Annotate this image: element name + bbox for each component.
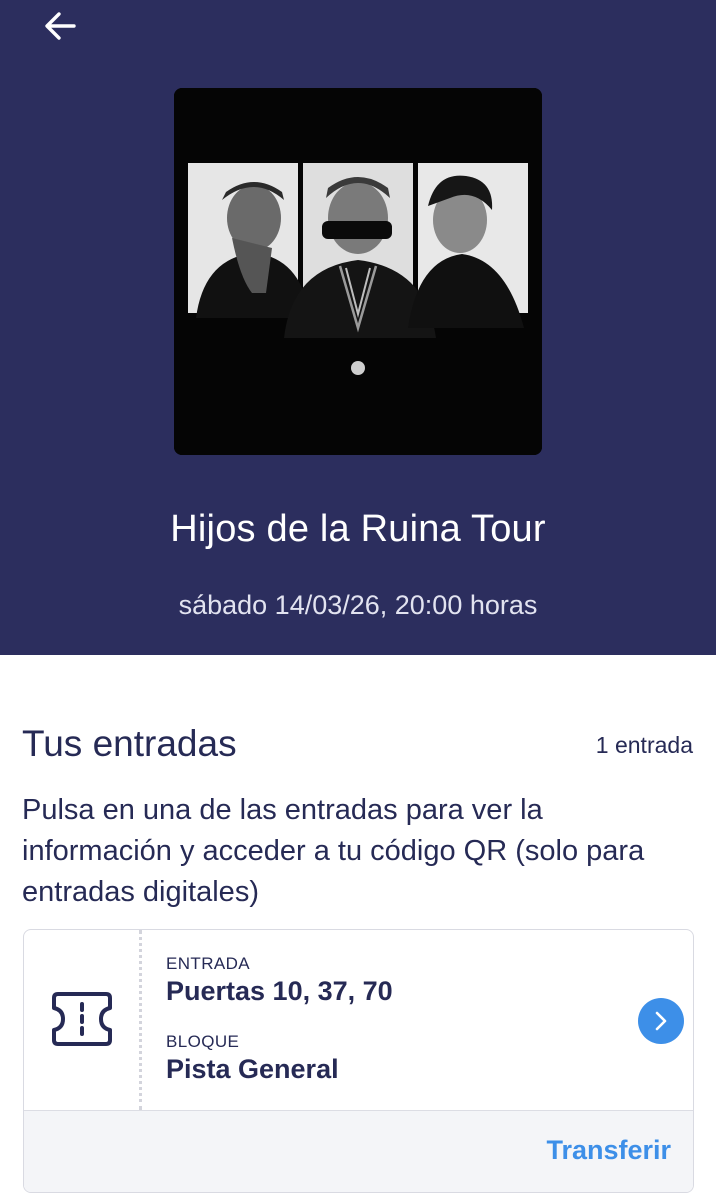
event-title: Hijos de la Ruina Tour [170,508,546,550]
event-header: Hijos de la Ruina Tour sábado 14/03/26, … [0,0,716,655]
chevron-right-icon [655,1011,667,1031]
ticket-card: ENTRADA Puertas 10, 37, 70 BLOQUE Pista … [23,929,694,1193]
ticket-icon [52,992,112,1046]
arrow-left-icon [45,12,76,40]
ticket-footer: Transferir [24,1110,693,1192]
event-date: sábado 14/03/26, 20:00 horas [178,590,538,620]
section-title: Tus entradas [22,723,237,764]
ticket-item[interactable]: ENTRADA Puertas 10, 37, 70 BLOQUE Pista … [24,930,693,1110]
back-button[interactable] [36,6,84,46]
block-label: BLOQUE [166,1032,240,1051]
entry-label: ENTRADA [166,954,251,973]
transfer-button[interactable]: Transferir [546,1135,671,1166]
event-artwork [174,88,542,455]
block-value: Pista General [166,1054,339,1084]
entry-value: Puertas 10, 37, 70 [166,976,393,1006]
open-ticket-button[interactable] [638,998,684,1044]
ticket-count: 1 entrada [595,732,693,758]
ticket-perforation [139,930,142,1110]
instructions-text: Pulsa en una de las entradas para ver la… [22,794,645,908]
